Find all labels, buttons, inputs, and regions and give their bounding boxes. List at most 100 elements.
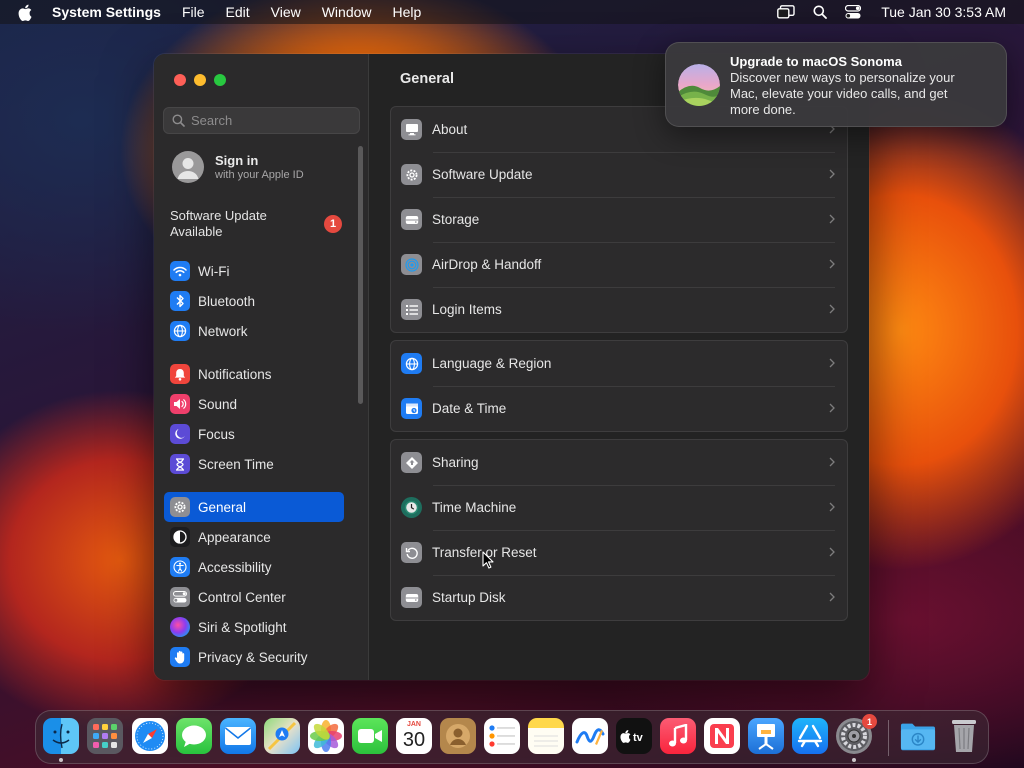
news-icon[interactable]: [704, 718, 740, 754]
sidebar-scrollbar[interactable]: [358, 146, 363, 404]
row-date-time[interactable]: Date & Time: [391, 386, 847, 431]
sidebar-item-accessibility[interactable]: Accessibility: [164, 552, 344, 582]
row-label: Language & Region: [432, 356, 552, 371]
sidebar-item-bluetooth[interactable]: Bluetooth: [164, 286, 344, 316]
sidebar-item-wifi[interactable]: Wi‑Fi: [164, 256, 344, 286]
menu-app-name[interactable]: System Settings: [52, 4, 161, 20]
close-button[interactable]: [174, 74, 186, 86]
maps-icon[interactable]: [264, 718, 300, 754]
settings-group-sharing: Sharing Time Machine Transfer or Reset S…: [390, 439, 848, 621]
menu-file[interactable]: File: [182, 4, 205, 20]
row-login-items[interactable]: Login Items: [391, 287, 847, 332]
siri-icon: [170, 617, 190, 637]
finder-icon[interactable]: [43, 718, 79, 754]
menu-window[interactable]: Window: [322, 4, 372, 20]
signin-title: Sign in: [215, 153, 259, 168]
row-language-region[interactable]: Language & Region: [391, 341, 847, 386]
svg-text:tv: tv: [633, 732, 644, 744]
launchpad-icon[interactable]: [87, 718, 123, 754]
accessibility-icon: [170, 557, 190, 577]
disk-icon: [401, 587, 422, 608]
notes-icon[interactable]: [528, 718, 564, 754]
chevron-right-icon: [829, 499, 835, 517]
row-sharing[interactable]: Sharing: [391, 440, 847, 485]
sidebar-item-label: Bluetooth: [198, 293, 256, 309]
tv-icon[interactable]: tv: [616, 718, 652, 754]
mail-icon[interactable]: [220, 718, 256, 754]
photos-icon[interactable]: [308, 718, 344, 754]
sidebar: Sign in with your Apple ID Software Upda…: [154, 54, 369, 680]
trash-icon[interactable]: [946, 718, 982, 754]
display-icon: [401, 119, 422, 140]
facetime-icon[interactable]: [352, 718, 388, 754]
storage-drive-icon: [401, 209, 422, 230]
contacts-icon[interactable]: [440, 718, 476, 754]
calendar-icon[interactable]: JAN 30: [396, 718, 432, 754]
software-update-available[interactable]: Software Update Available 1: [170, 208, 342, 240]
list-icon: [401, 299, 422, 320]
music-icon[interactable]: [660, 718, 696, 754]
bell-icon: [170, 364, 190, 384]
sidebar-item-label: Sound: [198, 396, 238, 412]
apple-id-signin[interactable]: Sign in with your Apple ID: [172, 151, 304, 183]
chevron-right-icon: [829, 544, 835, 562]
screen-mirroring-icon[interactable]: [777, 5, 795, 19]
reminders-icon[interactable]: [484, 718, 520, 754]
sidebar-item-label: Siri & Spotlight: [198, 619, 287, 635]
gear-icon: [170, 497, 190, 517]
row-airdrop-handoff[interactable]: AirDrop & Handoff: [391, 242, 847, 287]
row-startup-disk[interactable]: Startup Disk: [391, 575, 847, 620]
menu-edit[interactable]: Edit: [226, 4, 250, 20]
sidebar-item-focus[interactable]: Focus: [164, 419, 344, 449]
sidebar-item-screen-time[interactable]: Screen Time: [164, 449, 344, 479]
row-time-machine[interactable]: Time Machine: [391, 485, 847, 530]
freeform-icon[interactable]: [572, 718, 608, 754]
dock-separator: [888, 720, 889, 756]
zoom-button[interactable]: [214, 74, 226, 86]
menu-clock[interactable]: Tue Jan 30 3:53 AM: [881, 4, 1006, 20]
menu-view[interactable]: View: [271, 4, 301, 20]
apple-menu-icon[interactable]: [18, 4, 36, 21]
row-transfer-reset[interactable]: Transfer or Reset: [391, 530, 847, 575]
row-label: Sharing: [432, 455, 479, 470]
system-settings-window: Sign in with your Apple ID Software Upda…: [154, 54, 869, 680]
menu-help[interactable]: Help: [393, 4, 422, 20]
row-storage[interactable]: Storage: [391, 197, 847, 242]
row-label: Storage: [432, 212, 480, 227]
macos-sonoma-logo-icon: [678, 64, 720, 106]
globe-icon: [401, 353, 422, 374]
downloads-folder-icon[interactable]: [900, 718, 936, 754]
sidebar-item-label: Notifications: [198, 366, 272, 382]
search-input[interactable]: [191, 113, 351, 128]
chevron-right-icon: [829, 256, 835, 274]
sidebar-item-sound[interactable]: Sound: [164, 389, 344, 419]
sidebar-item-general[interactable]: General: [164, 492, 344, 522]
avatar: [172, 151, 204, 183]
keynote-icon[interactable]: [748, 718, 784, 754]
signin-subtitle: with your Apple ID: [215, 169, 304, 181]
sidebar-item-privacy-security[interactable]: Privacy & Security: [164, 642, 344, 672]
sidebar-item-siri-spotlight[interactable]: Siri & Spotlight: [164, 612, 344, 642]
row-label: Time Machine: [432, 500, 517, 515]
app-store-icon[interactable]: [792, 718, 828, 754]
spotlight-search-icon[interactable]: [813, 5, 828, 19]
messages-icon[interactable]: [176, 718, 212, 754]
row-label: Software Update: [432, 167, 533, 182]
row-software-update[interactable]: Software Update: [391, 152, 847, 197]
search-field[interactable]: [163, 107, 360, 134]
safari-icon[interactable]: [132, 718, 168, 754]
control-center-icon[interactable]: [845, 5, 862, 19]
control-center-icon: [170, 587, 190, 607]
hand-icon: [170, 647, 190, 667]
globe-icon: [170, 321, 190, 341]
sidebar-item-control-center[interactable]: Control Center: [164, 582, 344, 612]
sidebar-item-label: Control Center: [198, 589, 286, 605]
sidebar-item-appearance[interactable]: Appearance: [164, 522, 344, 552]
sidebar-item-label: General: [198, 499, 247, 515]
window-controls: [174, 74, 234, 86]
sidebar-item-notifications[interactable]: Notifications: [164, 359, 344, 389]
minimize-button[interactable]: [194, 74, 206, 86]
sidebar-item-network[interactable]: Network: [164, 316, 344, 346]
sidebar-group-network: Wi‑Fi Bluetooth Network: [164, 256, 344, 346]
upgrade-notification[interactable]: Upgrade to macOS Sonoma Discover new way…: [665, 42, 1007, 127]
